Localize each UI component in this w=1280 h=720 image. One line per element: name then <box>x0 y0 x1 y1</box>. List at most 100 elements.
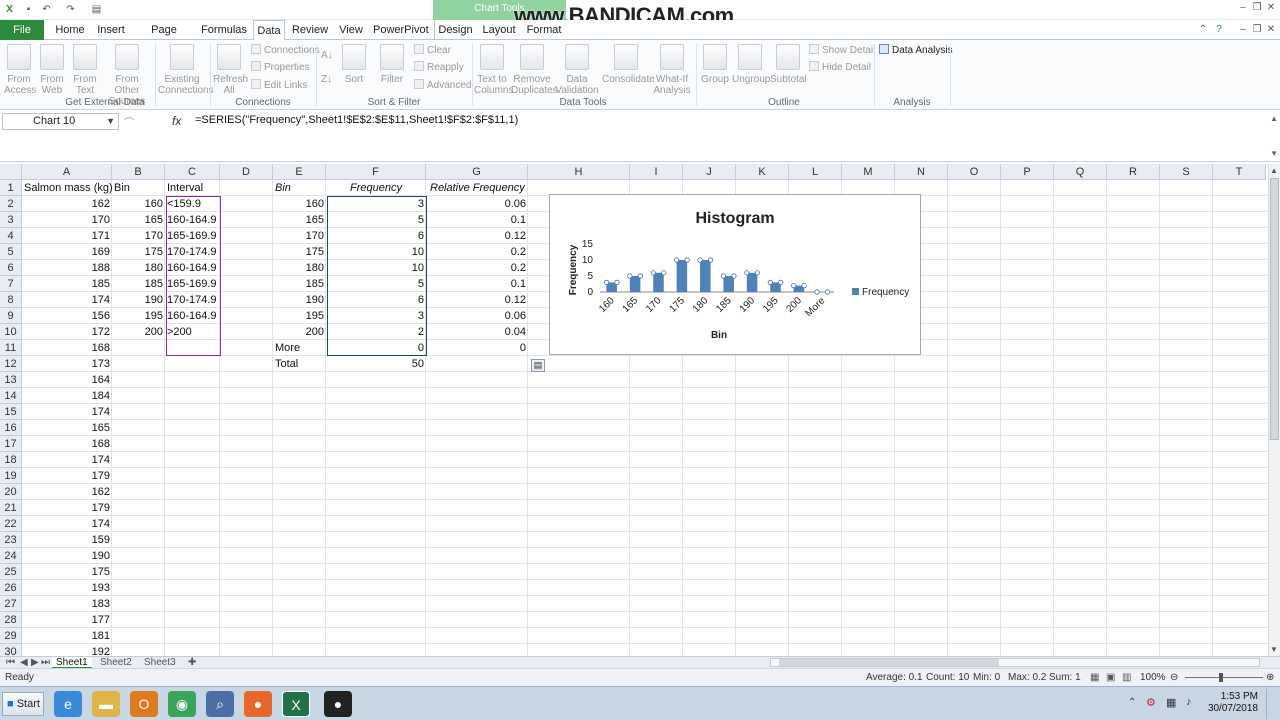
show-desktop-button[interactable] <box>1266 689 1278 719</box>
row-header-27[interactable]: 27 <box>0 596 22 612</box>
row-header-29[interactable]: 29 <box>0 628 22 644</box>
chrome-icon[interactable]: ◉ <box>168 691 196 717</box>
page-layout-view-icon[interactable]: ▣ <box>1106 669 1115 687</box>
row-header-11[interactable]: 11 <box>0 340 22 356</box>
save-icon[interactable]: ▪ <box>22 3 35 16</box>
tab-home[interactable]: Home <box>51 20 89 40</box>
system-clock[interactable]: 1:53 PM 30/07/2018 <box>1208 691 1258 715</box>
row-header-3[interactable]: 3 <box>0 212 22 228</box>
edit-links-button[interactable]: Edit Links <box>251 78 307 94</box>
cell-g8[interactable]: 0.12 <box>426 292 528 308</box>
tab-view[interactable]: View <box>335 20 367 40</box>
print-icon[interactable]: ▤ <box>90 3 103 16</box>
row-header-5[interactable]: 5 <box>0 244 22 260</box>
tab-format[interactable]: Format <box>522 20 566 40</box>
row-header-24[interactable]: 24 <box>0 548 22 564</box>
scrollbar-thumb[interactable] <box>1270 178 1279 440</box>
row-header-15[interactable]: 15 <box>0 404 22 420</box>
cell-e4[interactable]: 170 <box>273 228 326 244</box>
cell-e9[interactable]: 195 <box>273 308 326 324</box>
what-if-analysis-button[interactable]: What-If Analysis <box>651 44 693 96</box>
chevron-down-icon[interactable]: ▼ <box>106 114 115 129</box>
worksheet-grid[interactable]: ABCDEFGHIJKLMNOPQRST 1 2 3 4 5 6 7 8 9 10 11 12 13 14… <box>0 164 1268 656</box>
cell-g2[interactable]: 0.06 <box>426 196 528 212</box>
cell-a4[interactable]: 171 <box>22 228 112 244</box>
column-header-i[interactable]: I <box>630 164 683 180</box>
ungroup-button[interactable]: Ungroup <box>732 44 770 85</box>
ribbon-collapse-icon[interactable]: ⌃ <box>1196 24 1210 36</box>
zoom-out-icon[interactable]: ⊖ <box>1170 669 1178 687</box>
subtotal-button[interactable]: Subtotal <box>770 44 807 85</box>
cell-g1-header[interactable]: Relative Frequency <box>426 180 528 196</box>
cell-b8[interactable]: 190 <box>112 292 165 308</box>
reapply-button[interactable]: Reapply <box>414 60 464 76</box>
remove-duplicates-button[interactable]: Remove Duplicates <box>511 44 558 96</box>
cell-g4[interactable]: 0.12 <box>426 228 528 244</box>
tab-insert[interactable]: Insert <box>92 20 130 40</box>
cell-a8[interactable]: 174 <box>22 292 112 308</box>
tab-layout[interactable]: Layout <box>480 20 518 40</box>
cell-a11[interactable]: 168 <box>22 340 112 356</box>
tray-antivirus-icon[interactable]: ⚙ <box>1146 696 1156 709</box>
wb-minimize-icon[interactable]: – <box>1236 24 1250 36</box>
cell-b5[interactable]: 175 <box>112 244 165 260</box>
histogram-bar[interactable] <box>629 276 641 292</box>
cell-e1-header[interactable]: Bin <box>273 180 326 196</box>
row-header-10[interactable]: 10 <box>0 324 22 340</box>
zoom-slider[interactable] <box>1185 677 1263 678</box>
existing-connections-button[interactable]: Existing Connections <box>158 44 214 96</box>
vertical-scrollbar[interactable]: ▲ ▼ <box>1268 164 1280 656</box>
sort-button[interactable]: Sort <box>340 44 368 85</box>
cell-e2[interactable]: 160 <box>273 196 326 212</box>
filter-button[interactable]: Filter <box>378 44 406 85</box>
chart-title[interactable]: Histogram <box>695 210 774 227</box>
zoom-level[interactable]: 100% <box>1140 669 1166 687</box>
cell-g3[interactable]: 0.1 <box>426 212 528 228</box>
row-header-20[interactable]: 20 <box>0 484 22 500</box>
group-button[interactable]: Group <box>700 44 730 85</box>
clear-button[interactable]: Clear <box>414 43 451 59</box>
cell-a10[interactable]: 172 <box>22 324 112 340</box>
column-header-q[interactable]: Q <box>1054 164 1107 180</box>
tab-formulas[interactable]: Formulas <box>200 20 248 40</box>
cell-a9[interactable]: 156 <box>22 308 112 324</box>
cell-a6[interactable]: 188 <box>22 260 112 276</box>
cell-a24[interactable]: 190 <box>22 548 112 564</box>
connections-button[interactable]: Connections <box>251 43 320 59</box>
cell-e12[interactable]: Total <box>273 356 326 372</box>
show-detail-button[interactable]: Show Detail <box>809 43 875 59</box>
tab-file[interactable]: File <box>0 20 44 40</box>
select-all-corner[interactable] <box>0 164 22 180</box>
cell-g5[interactable]: 0.2 <box>426 244 528 260</box>
cell-b2[interactable]: 160 <box>112 196 165 212</box>
tray-expand-icon[interactable]: ⌃ <box>1128 697 1136 708</box>
cell-a25[interactable]: 175 <box>22 564 112 580</box>
cell-a5[interactable]: 169 <box>22 244 112 260</box>
file-explorer-icon[interactable]: ▬ <box>92 691 120 717</box>
histogram-bar[interactable] <box>700 260 711 292</box>
cell-a13[interactable]: 164 <box>22 372 112 388</box>
formula-input[interactable]: =SERIES("Frequency",Sheet1!$E$2:$E$11,Sh… <box>195 114 518 126</box>
advanced-button[interactable]: Advanced <box>414 78 471 94</box>
column-header-t[interactable]: T <box>1213 164 1266 180</box>
help-icon[interactable]: ? <box>1212 24 1226 36</box>
row-header-12[interactable]: 12 <box>0 356 22 372</box>
cell-e5[interactable]: 175 <box>273 244 326 260</box>
close-icon[interactable]: ✕ <box>1264 2 1278 14</box>
cell-a23[interactable]: 159 <box>22 532 112 548</box>
tab-data[interactable]: Data <box>253 20 285 41</box>
cell-f1-header[interactable]: Frequency <box>326 180 426 196</box>
tab-design[interactable]: Design <box>434 20 476 40</box>
cell-g9[interactable]: 0.06 <box>426 308 528 324</box>
minimize-icon[interactable]: – <box>1236 2 1250 14</box>
row-header-17[interactable]: 17 <box>0 436 22 452</box>
column-header-c[interactable]: C <box>165 164 220 180</box>
cell-f12[interactable]: 50 <box>326 356 426 372</box>
cell-e6[interactable]: 180 <box>273 260 326 276</box>
cell-a3[interactable]: 170 <box>22 212 112 228</box>
cell-b7[interactable]: 185 <box>112 276 165 292</box>
cell-a7[interactable]: 185 <box>22 276 112 292</box>
cell-a29[interactable]: 181 <box>22 628 112 644</box>
cell-g10[interactable]: 0.04 <box>426 324 528 340</box>
cell-b9[interactable]: 195 <box>112 308 165 324</box>
